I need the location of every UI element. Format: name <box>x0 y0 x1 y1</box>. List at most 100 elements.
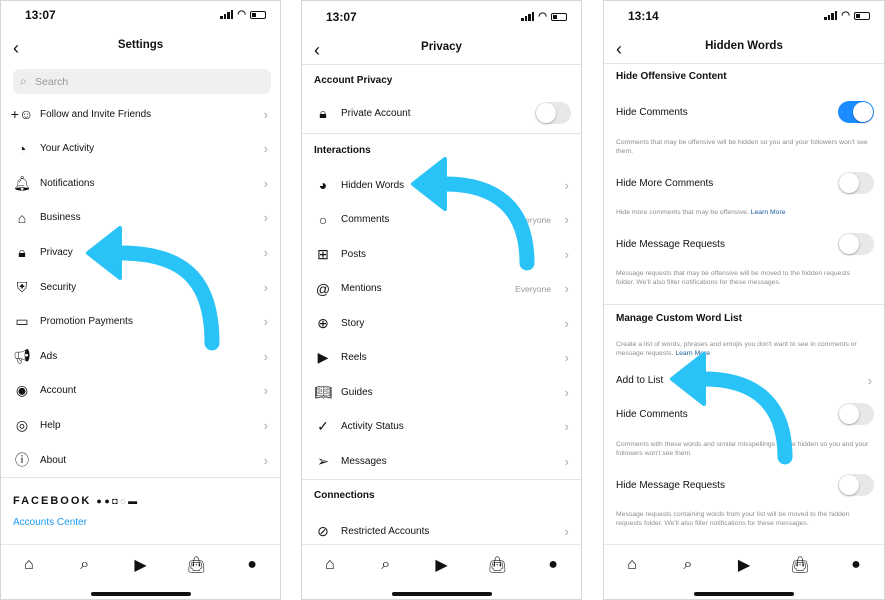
list-item-hidden-words[interactable]: ◕ Hidden Words › <box>302 170 581 200</box>
chevron-right-icon: › <box>564 177 569 193</box>
hide-more-comments-row: Hide More Comments <box>604 168 884 198</box>
item-label: Business <box>40 212 81 224</box>
chevron-right-icon: › <box>564 281 569 296</box>
chevron-right-icon: › <box>263 348 268 364</box>
profile-icon[interactable]: ● <box>845 556 867 574</box>
custom-hide-comments-desc: Comments with these words and similar mi… <box>616 441 869 457</box>
shop-icon[interactable]: 👜︎ <box>486 555 508 575</box>
list-item-guides[interactable]: 📖︎ Guides › <box>302 377 581 407</box>
account-icon: ◉ <box>15 382 29 399</box>
wifi-icon: ◠ <box>538 11 547 22</box>
battery-icon <box>250 10 266 19</box>
item-label: Account <box>40 385 77 397</box>
list-item-activity-status[interactable]: ✓ Activity Status › <box>302 412 581 442</box>
custom-hide-msg-toggle[interactable] <box>838 474 874 496</box>
search-icon[interactable]: ⌕ <box>677 556 699 574</box>
restricted-accounts-row[interactable]: ⊘ Restricted Accounts › <box>302 516 581 546</box>
list-item-messages[interactable]: ➢ Messages › <box>302 446 581 476</box>
story-icon: ⊕ <box>317 314 329 331</box>
custom-desc-text: Create a list of words, phrases and emoj… <box>616 341 857 357</box>
guides-icon: 📖︎ <box>314 383 332 400</box>
list-item-promotion-payments[interactable]: ▭ Promotion Payments › <box>1 307 280 337</box>
list-item-mentions[interactable]: @ Mentions Everyone › <box>302 274 581 304</box>
bottom-nav: ⌂ ⌕ ▶ 👜︎ ● <box>604 544 884 584</box>
lock-icon: 🔒︎ <box>18 243 26 260</box>
list-item-about[interactable]: ⓘ About › <box>1 445 280 475</box>
status-bar: 13:07 ◠ <box>1 6 280 24</box>
accounts-center-link[interactable]: Accounts Center <box>13 517 87 528</box>
hide-comments-desc: Comments that may be offensive will be h… <box>616 139 868 155</box>
back-button[interactable]: ‹ <box>314 41 320 59</box>
private-account-toggle[interactable] <box>535 102 571 124</box>
facebook-logo: FACEBOOK ● ● ◘ ◌ ▬ <box>13 495 138 507</box>
add-to-list-row[interactable]: Add to List › <box>604 365 884 395</box>
lock-icon: 🔒︎ <box>319 104 327 121</box>
back-button[interactable]: ‹ <box>13 39 19 57</box>
list-item-comments[interactable]: ○ Comments Everyone › <box>302 205 581 235</box>
profile-icon[interactable]: ● <box>542 556 564 574</box>
search-icon[interactable]: ⌕ <box>74 556 96 574</box>
custom-hide-comments-row: Hide Comments <box>604 399 884 429</box>
custom-hide-msg-label: Hide Message Requests <box>616 479 725 491</box>
list-item-reels[interactable]: ▶ Reels › <box>302 343 581 373</box>
back-button[interactable]: ‹ <box>616 40 622 58</box>
status-bar: 13:07 ◠ <box>302 8 581 26</box>
item-label: Activity Status <box>341 421 404 432</box>
list-item-notifications[interactable]: 🔔︎ Notifications › <box>1 168 280 198</box>
bell-icon: 🔔︎ <box>13 174 31 191</box>
home-icon[interactable]: ⌂ <box>18 556 40 574</box>
reels-icon[interactable]: ▶ <box>733 555 755 575</box>
battery-icon <box>551 12 567 21</box>
store-icon: ⌂ <box>17 209 27 226</box>
list-item-privacy[interactable]: 🔒︎ Privacy › <box>1 237 280 267</box>
list-item-account[interactable]: ◉ Account › <box>1 376 280 406</box>
chevron-right-icon: › <box>263 417 268 433</box>
item-label: Security <box>40 281 77 293</box>
section-account-privacy: Account Privacy <box>314 75 393 86</box>
shop-icon[interactable]: 👜︎ <box>185 555 207 575</box>
list-item-follow-and-invite-friends[interactable]: +☺ Follow and Invite Friends › <box>1 99 280 129</box>
list-item-business[interactable]: ⌂ Business › <box>1 203 280 233</box>
reels-icon: ▶ <box>317 349 329 365</box>
home-indicator <box>90 592 191 596</box>
custom-hide-comments-toggle[interactable] <box>838 403 874 425</box>
page-title: Hidden Words <box>705 40 783 52</box>
shield-icon: ⛨ <box>16 278 28 295</box>
hide-comments-toggle[interactable] <box>838 101 874 123</box>
item-value: Everyone <box>515 214 551 225</box>
list-item-security[interactable]: ⛨ Security › <box>1 272 280 302</box>
chevron-right-icon: › <box>263 175 268 191</box>
reels-icon[interactable]: ▶ <box>430 555 452 575</box>
chevron-right-icon: › <box>263 141 268 157</box>
list-item-your-activity[interactable]: ◔ Your Activity › <box>1 134 280 164</box>
hide-message-requests-toggle[interactable] <box>838 233 874 255</box>
item-label: Reels <box>341 352 367 363</box>
profile-icon[interactable]: ● <box>241 556 263 574</box>
restricted-label: Restricted Accounts <box>341 525 430 537</box>
home-icon[interactable]: ⌂ <box>621 556 643 574</box>
learn-more-link[interactable]: Learn More <box>675 350 710 357</box>
add-to-list-label: Add to List <box>616 374 664 386</box>
chevron-right-icon: › <box>564 384 569 400</box>
shop-icon[interactable]: 👜︎ <box>789 555 811 575</box>
list-item-help[interactable]: ◎ Help › <box>1 410 280 440</box>
list-item-posts[interactable]: ⊞ Posts › <box>302 239 581 269</box>
signal-icon <box>220 10 234 19</box>
search-icon[interactable]: ⌕ <box>375 556 397 574</box>
list-item-story[interactable]: ⊕ Story › <box>302 308 581 338</box>
list-item-ads[interactable]: 📢︎ Ads › <box>1 341 280 371</box>
activity-status-icon: ✓ <box>317 418 329 434</box>
item-label: Comments <box>341 214 390 225</box>
home-icon[interactable]: ⌂ <box>319 556 341 574</box>
signal-icon <box>521 12 535 21</box>
wifi-icon: ◠ <box>237 9 246 20</box>
search-input[interactable]: Search <box>13 69 271 94</box>
hide-msg-desc: Message requests that may be offensive w… <box>616 270 851 286</box>
chevron-right-icon: › <box>263 314 268 330</box>
item-label: Hidden Words <box>341 179 405 191</box>
hide-more-comments-toggle[interactable] <box>838 172 874 194</box>
item-label: About <box>40 454 67 466</box>
battery-icon <box>854 11 870 20</box>
learn-more-link[interactable]: Learn More <box>751 209 786 216</box>
reels-icon[interactable]: ▶ <box>129 555 151 575</box>
